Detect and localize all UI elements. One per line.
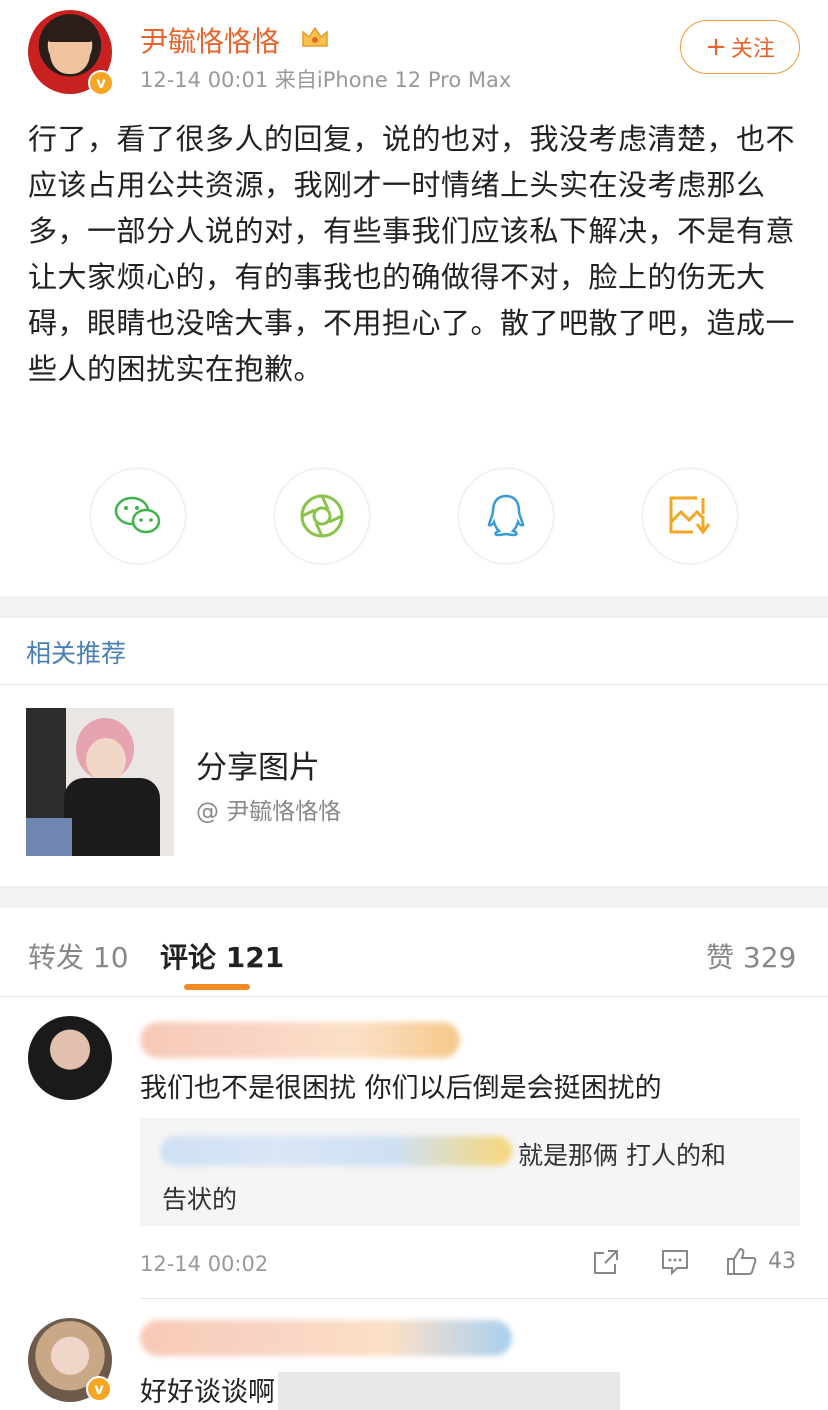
crown-icon <box>302 26 328 47</box>
section-gap <box>0 596 828 618</box>
post-timestamp-source: 12-14 00:01 来自iPhone 12 Pro Max <box>140 68 512 92</box>
tab-comments[interactable]: 评论 121 <box>160 936 284 976</box>
verified-badge-icon: v <box>88 70 114 96</box>
comment-text: 好好谈谈啊 <box>140 1377 275 1408</box>
divider <box>140 1298 828 1299</box>
follow-button[interactable]: + 关注 <box>680 20 800 74</box>
qq-icon <box>487 494 525 537</box>
thumb-body <box>64 778 160 856</box>
share-row <box>0 468 828 568</box>
divider <box>0 996 828 997</box>
reply-author-redacted <box>160 1136 512 1166</box>
follow-label: 关注 <box>730 37 775 62</box>
tab-repost[interactable]: 转发 10 <box>28 936 129 976</box>
like-comment-button[interactable]: 43 <box>726 1246 796 1276</box>
redaction-mask <box>278 1372 620 1410</box>
thumbs-up-icon <box>727 1247 757 1275</box>
avatar-hair <box>46 20 94 42</box>
plus-icon: + <box>705 32 727 62</box>
reply-text-line1: 就是那俩 打人的和 <box>518 1141 726 1170</box>
reply-comment-button[interactable] <box>660 1248 690 1276</box>
commenter-name-redacted <box>140 1022 460 1058</box>
commenter-name-redacted <box>140 1320 512 1356</box>
reply-preview[interactable]: 就是那俩 打人的和 告状的 <box>140 1118 800 1226</box>
reply-text-line2: 告状的 <box>162 1185 238 1214</box>
related-card-title: 分享图片 <box>196 750 320 786</box>
tab-likes[interactable]: 赞 329 <box>706 936 796 976</box>
related-title: 相关推荐 <box>26 639 127 668</box>
section-gap <box>0 886 828 908</box>
share-qq-button[interactable] <box>458 468 554 564</box>
post-header: v 尹毓恪恪恪 12-14 00:01 来自iPhone 12 Pro Max … <box>0 0 828 110</box>
comment-text: 我们也不是很困扰 你们以后倒是会挺困扰的 <box>140 1073 662 1104</box>
save-image-icon <box>669 496 711 535</box>
comment-timestamp: 12-14 00:02 <box>140 1252 269 1276</box>
post-body-text: 行了，看了很多人的回复，说的也对，我没考虑清楚，也不应该占用公共资源，我刚才一时… <box>28 122 796 386</box>
comment-item: v 好好谈谈啊 <box>0 1300 828 1410</box>
divider <box>0 684 828 685</box>
like-count: 43 <box>768 1248 796 1274</box>
save-image-button[interactable] <box>642 468 738 564</box>
thumb-jeans <box>26 818 72 856</box>
comment-icon <box>662 1250 688 1276</box>
commenter-avatar[interactable] <box>28 1016 112 1100</box>
share-out-icon <box>594 1250 618 1274</box>
related-card[interactable]: 分享图片 @ 尹毓恪恪恪 <box>0 700 828 870</box>
share-wechat-button[interactable] <box>90 468 186 564</box>
author-username[interactable]: 尹毓恪恪恪 <box>140 20 280 60</box>
thumb-face <box>86 738 126 782</box>
interaction-tabs: 转发 10 评论 121 赞 329 <box>0 910 828 996</box>
moments-icon <box>300 494 344 538</box>
wechat-icon <box>114 496 161 534</box>
comment-item: 我们也不是很困扰 你们以后倒是会挺困扰的 就是那俩 打人的和 告状的 12-14… <box>0 1000 828 1300</box>
active-tab-indicator <box>184 984 250 990</box>
related-card-author[interactable]: @ 尹毓恪恪恪 <box>196 792 341 826</box>
related-thumbnail <box>26 708 174 856</box>
share-moments-button[interactable] <box>274 468 370 564</box>
verified-badge-icon: v <box>86 1376 112 1402</box>
repost-comment-button[interactable] <box>592 1248 620 1276</box>
